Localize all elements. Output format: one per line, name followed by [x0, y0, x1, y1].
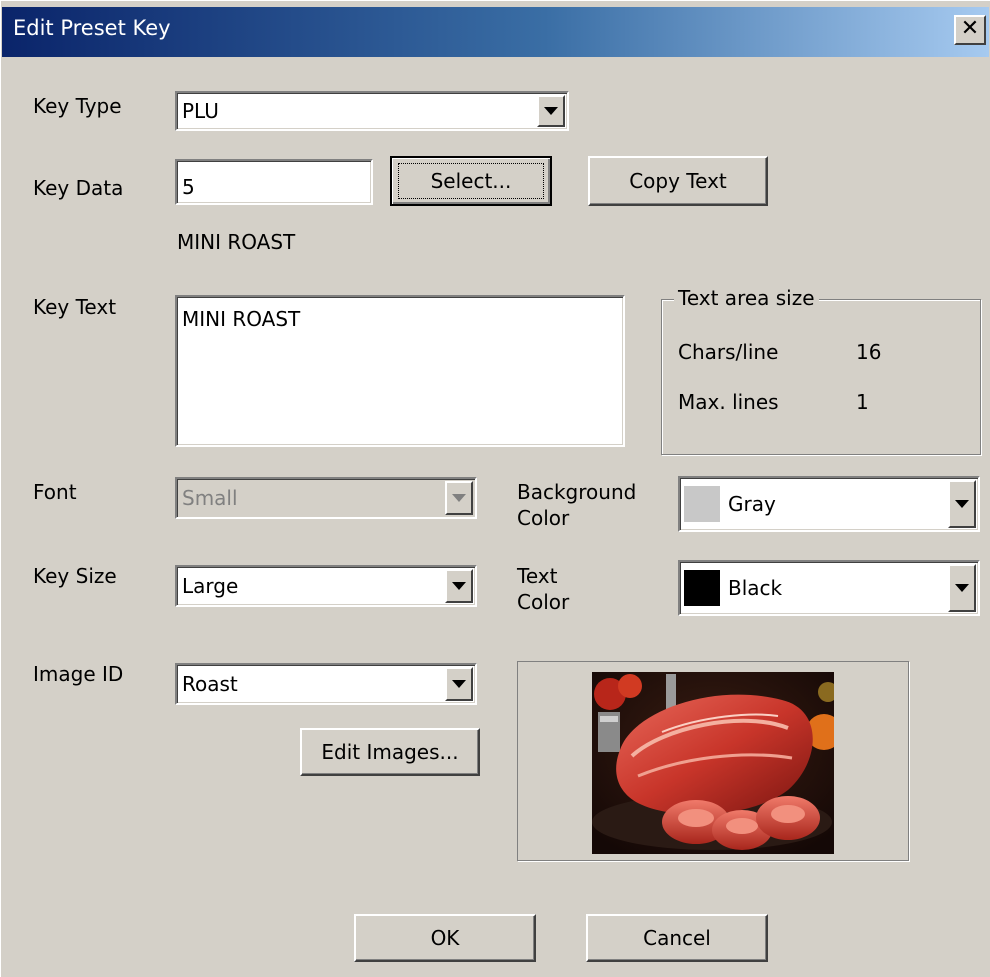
text-area-size-group: Text area size Chars/line 16 Max. lines …: [661, 286, 981, 455]
key-data-description: MINI ROAST: [177, 230, 296, 254]
cancel-button[interactable]: Cancel: [586, 914, 768, 962]
max-lines-label: Max. lines: [678, 390, 779, 414]
font-value: Small: [182, 486, 238, 510]
close-icon: ✕: [960, 16, 980, 41]
background-color-dropdown-button[interactable]: [948, 480, 976, 528]
key-text-textarea[interactable]: MINI ROAST: [175, 295, 625, 447]
key-size-label: Key Size: [33, 564, 117, 588]
text-color-swatch: [684, 570, 720, 606]
key-text-label: Key Text: [33, 295, 117, 319]
chevron-down-icon: [452, 582, 466, 590]
key-type-value: PLU: [182, 99, 219, 123]
select-button-label: Select...: [430, 169, 512, 193]
chevron-down-icon: [955, 584, 969, 592]
title-bar[interactable]: Edit Preset Key ✕: [2, 7, 989, 57]
window-title: Edit Preset Key: [13, 16, 171, 40]
background-color-label-line1: Background: [517, 480, 637, 504]
background-color-swatch: [684, 486, 720, 522]
edit-preset-key-dialog: Edit Preset Key ✕ Key Type PLU Key Data …: [0, 0, 990, 977]
text-color-value: Black: [728, 576, 783, 600]
ok-button-label: OK: [430, 926, 460, 950]
text-color-label-line2: Color: [517, 590, 570, 614]
text-color-select[interactable]: Black: [678, 560, 980, 616]
ok-button[interactable]: OK: [354, 914, 536, 962]
key-data-label: Key Data: [33, 176, 124, 200]
key-size-value: Large: [182, 574, 239, 598]
chars-per-line-label: Chars/line: [678, 340, 779, 364]
key-data-input[interactable]: 5: [175, 159, 373, 205]
key-text-value: MINI ROAST: [182, 307, 301, 331]
select-button[interactable]: Select...: [390, 156, 552, 206]
max-lines-value: 1: [856, 390, 869, 414]
font-select[interactable]: Small: [175, 477, 477, 519]
image-id-value: Roast: [182, 672, 238, 696]
close-button[interactable]: ✕: [954, 15, 986, 45]
chevron-down-icon: [452, 680, 466, 688]
background-color-value: Gray: [728, 492, 776, 516]
roast-meat-image: [592, 672, 834, 854]
copy-text-button-label: Copy Text: [629, 169, 727, 193]
image-id-label: Image ID: [33, 662, 124, 686]
background-color-select[interactable]: Gray: [678, 476, 980, 532]
text-area-size-legend: Text area size: [674, 286, 819, 310]
image-preview-frame: [517, 661, 909, 861]
chars-per-line-value: 16: [856, 340, 882, 364]
chevron-down-icon: [544, 107, 558, 115]
key-type-dropdown-button[interactable]: [537, 95, 565, 127]
image-id-dropdown-button[interactable]: [445, 667, 473, 701]
key-size-dropdown-button[interactable]: [445, 569, 473, 603]
key-type-select[interactable]: PLU: [175, 91, 569, 131]
edit-images-button[interactable]: Edit Images...: [300, 728, 480, 776]
font-label: Font: [33, 480, 77, 504]
copy-text-button[interactable]: Copy Text: [588, 156, 768, 206]
text-color-dropdown-button[interactable]: [948, 564, 976, 612]
edit-images-button-label: Edit Images...: [321, 740, 459, 764]
background-color-label-line2: Color: [517, 506, 570, 530]
image-id-select[interactable]: Roast: [175, 663, 477, 705]
text-color-label-line1: Text: [517, 564, 558, 588]
font-dropdown-button[interactable]: [445, 481, 473, 515]
key-size-select[interactable]: Large: [175, 565, 477, 607]
chevron-down-icon: [955, 500, 969, 508]
cancel-button-label: Cancel: [643, 926, 711, 950]
chevron-down-icon: [452, 494, 466, 502]
key-data-value: 5: [182, 175, 195, 199]
key-type-label: Key Type: [33, 94, 122, 118]
